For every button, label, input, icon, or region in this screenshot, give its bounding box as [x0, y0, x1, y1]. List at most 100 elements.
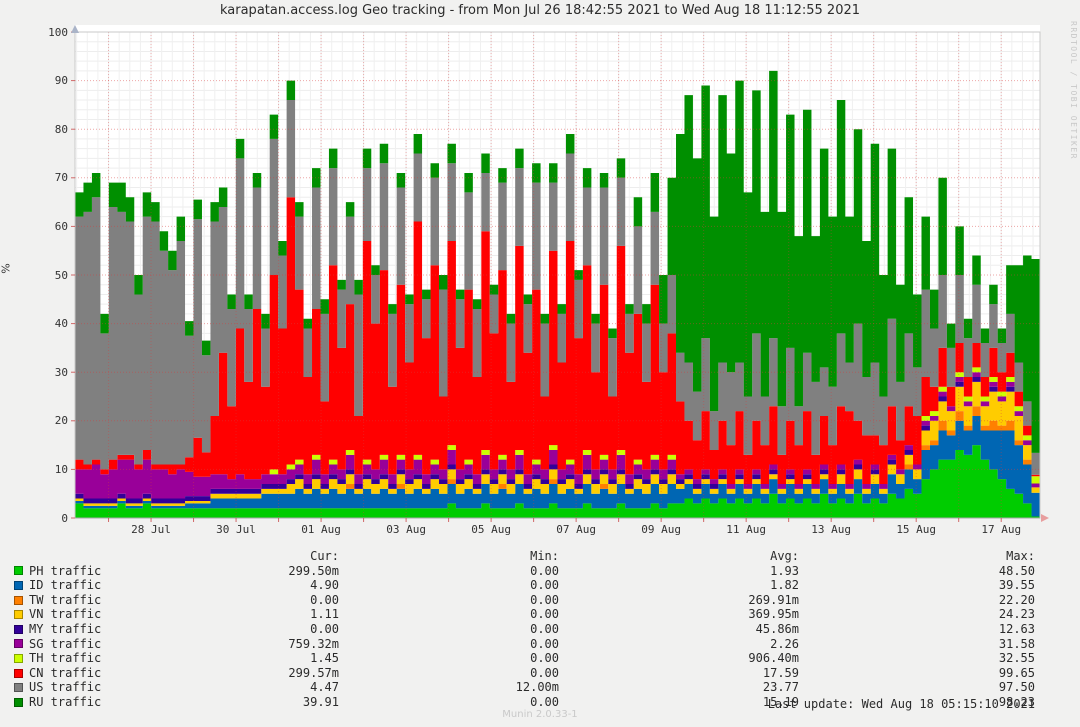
legend-label: PH traffic — [29, 564, 229, 579]
legend-row: TW traffic 0.00 0.00 269.91m 22.20 — [0, 593, 1080, 608]
munin-version: Munin 2.0.33-1 — [0, 709, 1080, 720]
legend-avg-value: 23.77 — [559, 680, 799, 695]
legend-max-value: 24.23 — [799, 607, 1035, 622]
y-tick-label: 60 — [26, 220, 68, 233]
legend-cur-value: 299.57m — [229, 666, 339, 681]
legend-avg-value: 269.91m — [559, 593, 799, 608]
legend-col-min: Min: — [339, 549, 559, 564]
legend-row: SG traffic 759.32m 0.00 2.26 31.58 — [0, 637, 1080, 652]
y-tick-label: 90 — [26, 74, 68, 87]
legend-cur-value: 39.91 — [229, 695, 339, 710]
munin-graph-page: karapatan.access.log Geo tracking - from… — [0, 0, 1080, 727]
y-tick-label: 70 — [26, 171, 68, 184]
legend-max-value: 31.58 — [799, 637, 1035, 652]
legend-cur-value: 0.00 — [229, 593, 339, 608]
legend-label: VN traffic — [29, 607, 229, 622]
legend-min-value: 0.00 — [339, 666, 559, 681]
legend-max-value: 39.55 — [799, 578, 1035, 593]
legend-swatch — [14, 669, 23, 678]
legend-row: US traffic 4.47 12.00m 23.77 97.50 — [0, 680, 1080, 695]
legend-max-value: 97.50 — [799, 680, 1035, 695]
y-tick-label: 50 — [26, 269, 68, 282]
y-tick-label: 0 — [26, 512, 68, 525]
legend-swatch — [14, 625, 23, 634]
x-axis-arrow-icon — [1041, 514, 1049, 522]
legend-avg-value: 45.86m — [559, 622, 799, 637]
y-tick-label: 20 — [26, 414, 68, 427]
legend-avg-value: 15.19 — [559, 695, 799, 710]
legend-max-value: 12.63 — [799, 622, 1035, 637]
x-tick-label: 13 Aug — [801, 523, 861, 536]
legend-table: Cur: Min: Avg: Max: PH traffic 299.50m 0… — [0, 549, 1080, 710]
legend-row: VN traffic 1.11 0.00 369.95m 24.23 — [0, 607, 1080, 622]
legend-cur-value: 0.00 — [229, 622, 339, 637]
legend-min-value: 0.00 — [339, 593, 559, 608]
x-tick-label: 03 Aug — [376, 523, 436, 536]
legend-swatch — [14, 683, 23, 692]
legend-min-value: 0.00 — [339, 651, 559, 666]
legend-max-value: 32.55 — [799, 651, 1035, 666]
legend-row: CN traffic 299.57m 0.00 17.59 99.65 — [0, 666, 1080, 681]
legend-swatch — [14, 654, 23, 663]
graph-title: karapatan.access.log Geo tracking - from… — [0, 3, 1080, 18]
legend-label: RU traffic — [29, 695, 229, 710]
x-tick-label: 09 Aug — [631, 523, 691, 536]
legend-label: CN traffic — [29, 666, 229, 681]
legend-avg-value: 2.26 — [559, 637, 799, 652]
x-tick-label: 11 Aug — [716, 523, 776, 536]
y-tick-label: 80 — [26, 123, 68, 136]
rrdtool-watermark: RRDTOOL / TOBI OETIKER — [1069, 21, 1078, 160]
x-tick-label: 28 Jul — [121, 523, 181, 536]
legend-cur-value: 4.90 — [229, 578, 339, 593]
x-tick-label: 01 Aug — [291, 523, 351, 536]
legend-cur-value: 1.45 — [229, 651, 339, 666]
legend-row: PH traffic 299.50m 0.00 1.93 48.50 — [0, 564, 1080, 579]
legend-avg-value: 17.59 — [559, 666, 799, 681]
legend-swatch — [14, 566, 23, 575]
legend-label: TW traffic — [29, 593, 229, 608]
legend-label: SG traffic — [29, 637, 229, 652]
legend-swatch — [14, 596, 23, 605]
legend-min-value: 0.00 — [339, 607, 559, 622]
legend-col-avg: Avg: — [559, 549, 799, 564]
y-tick-label: 30 — [26, 366, 68, 379]
x-tick-label: 15 Aug — [886, 523, 946, 536]
legend-swatch — [14, 581, 23, 590]
legend-min-value: 0.00 — [339, 622, 559, 637]
legend-col-cur: Cur: — [229, 549, 339, 564]
legend-rows: PH traffic 299.50m 0.00 1.93 48.50 ID tr… — [0, 564, 1080, 710]
legend-cur-value: 1.11 — [229, 607, 339, 622]
geo-traffic-chart — [70, 25, 1050, 525]
legend-max-value: 99.65 — [799, 666, 1035, 681]
x-tick-label: 30 Jul — [206, 523, 266, 536]
legend-swatch — [14, 698, 23, 707]
legend-row: ID traffic 4.90 0.00 1.82 39.55 — [0, 578, 1080, 593]
x-tick-label: 07 Aug — [546, 523, 606, 536]
legend-avg-value: 1.82 — [559, 578, 799, 593]
legend-cur-value: 4.47 — [229, 680, 339, 695]
legend-swatch — [14, 639, 23, 648]
y-tick-label: 100 — [26, 26, 68, 39]
legend-max-value: 48.50 — [799, 564, 1035, 579]
legend-max-value: 22.20 — [799, 593, 1035, 608]
legend-col-max: Max: — [799, 549, 1035, 564]
legend-cur-value: 299.50m — [229, 564, 339, 579]
legend-min-value: 0.00 — [339, 578, 559, 593]
legend-min-value: 0.00 — [339, 637, 559, 652]
legend-avg-value: 1.93 — [559, 564, 799, 579]
legend-header-row: Cur: Min: Avg: Max: — [0, 549, 1080, 564]
legend-min-value: 0.00 — [339, 564, 559, 579]
legend-min-value: 12.00m — [339, 680, 559, 695]
y-axis-unit-label: % — [0, 243, 13, 295]
legend-avg-value: 906.40m — [559, 651, 799, 666]
legend-swatch — [14, 610, 23, 619]
legend-row: MY traffic 0.00 0.00 45.86m 12.63 — [0, 622, 1080, 637]
x-tick-label: 17 Aug — [971, 523, 1031, 536]
legend-label: TH traffic — [29, 651, 229, 666]
x-tick-label: 05 Aug — [461, 523, 521, 536]
legend-label: MY traffic — [29, 622, 229, 637]
legend-label: US traffic — [29, 680, 229, 695]
legend-min-value: 0.00 — [339, 695, 559, 710]
legend-cur-value: 759.32m — [229, 637, 339, 652]
y-tick-label: 40 — [26, 317, 68, 330]
